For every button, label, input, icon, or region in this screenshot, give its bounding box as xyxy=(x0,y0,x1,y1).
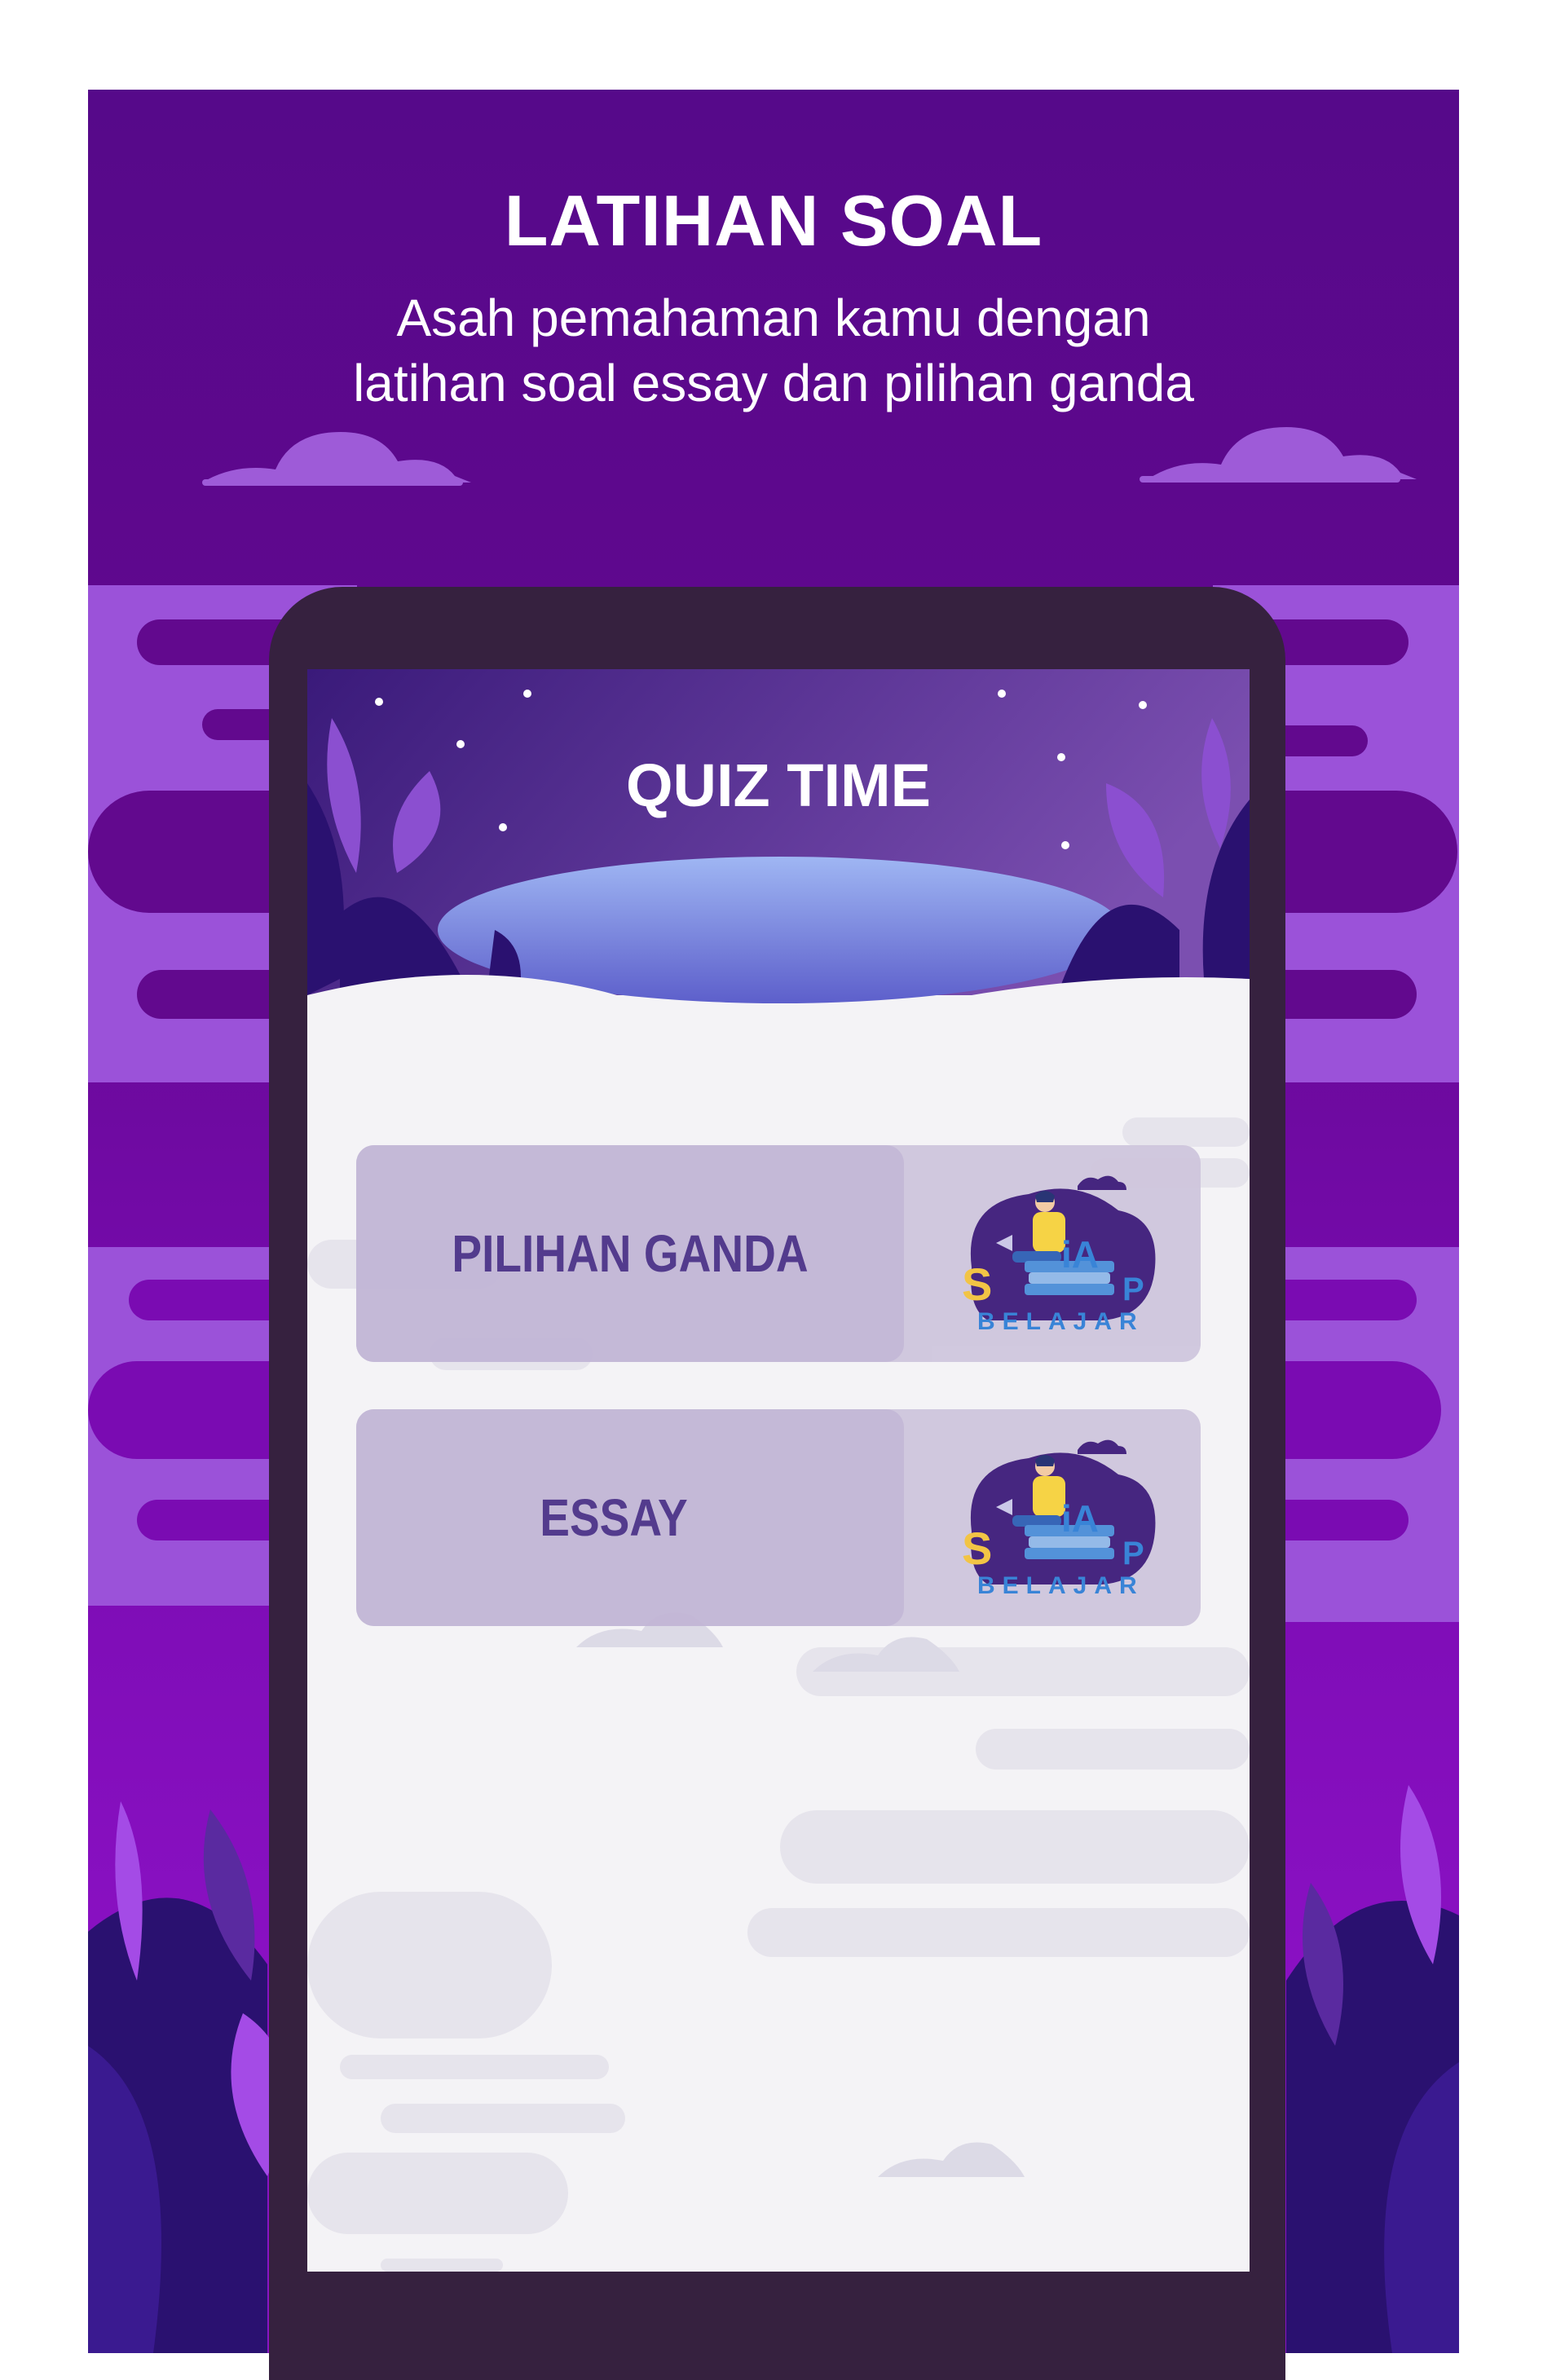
leaf-icon xyxy=(1286,1785,1459,2353)
promo-subtitle: Asah pemahaman kamu dengan latihan soal … xyxy=(88,285,1459,416)
svg-text:iA: iA xyxy=(1061,1497,1099,1540)
svg-text:S: S xyxy=(962,1258,992,1310)
essay-button[interactable]: ESSAY iA S P BELAJAR xyxy=(356,1409,1201,1626)
cloud-icon xyxy=(202,432,471,486)
logo-wordmark: BELAJAR xyxy=(977,1308,1144,1335)
svg-text:P: P xyxy=(1122,1272,1144,1307)
promo-subtitle-line-2: latihan soal essay dan pilihan ganda xyxy=(353,354,1194,412)
leaf-icon xyxy=(88,1801,287,2353)
svg-text:iA: iA xyxy=(1061,1233,1099,1276)
cloud-icon xyxy=(1140,427,1417,483)
promo-subtitle-line-1: Asah pemahaman kamu dengan xyxy=(396,289,1151,347)
multiple-choice-label: PILIHAN GANDA xyxy=(452,1224,809,1283)
svg-text:P: P xyxy=(1122,1536,1144,1571)
svg-text:S: S xyxy=(962,1523,992,1574)
screen-title: QUIZ TIME xyxy=(625,751,932,819)
multiple-choice-button[interactable]: PILIHAN GANDA iA S P BELAJAR xyxy=(356,1145,1201,1362)
app-screen: QUIZ TIME PILIHAN GANDA iA S P BELAJAR E… xyxy=(307,669,1250,2272)
promo-title: LATIHAN SOAL xyxy=(504,180,1043,261)
essay-label: ESSAY xyxy=(540,1488,688,1547)
logo-wordmark: BELAJAR xyxy=(977,1572,1144,1599)
